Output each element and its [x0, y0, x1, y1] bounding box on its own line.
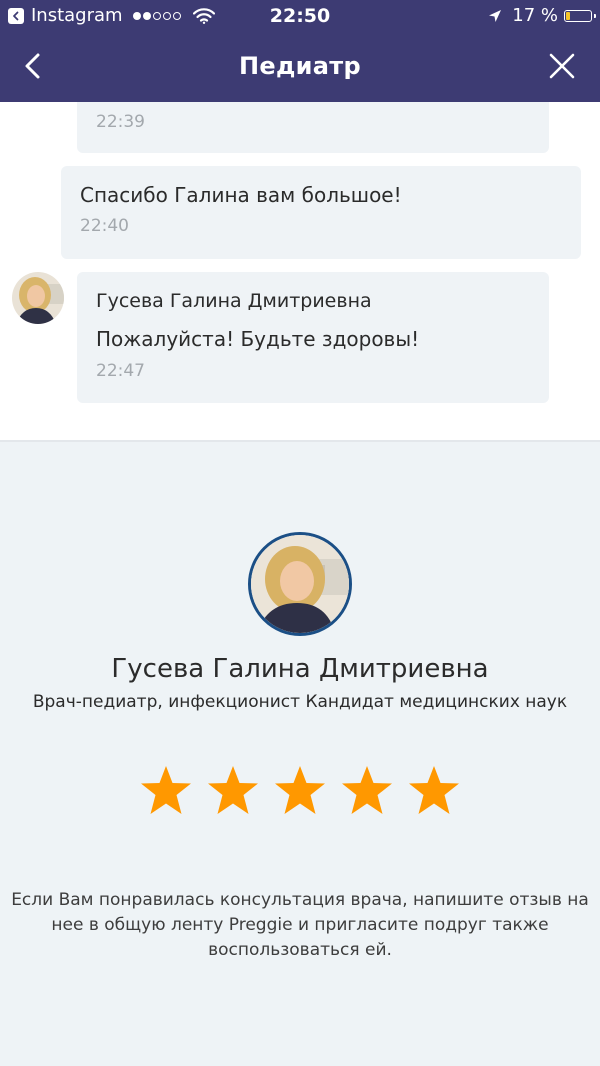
star-icon[interactable]	[407, 764, 461, 818]
doctor-photo	[12, 272, 64, 324]
rating-panel: Гусева Галина Дмитриевна Врач-педиатр, и…	[0, 442, 600, 1066]
doctor-photo	[251, 535, 349, 633]
battery-icon	[564, 9, 596, 22]
app-header: Instagram 22:50 17 % Педиатр	[0, 0, 600, 102]
message-time: 22:40	[80, 216, 129, 236]
message-text: Пожалуйста! Будьте здоровы!	[96, 327, 420, 351]
status-bar: Instagram 22:50 17 %	[0, 0, 600, 34]
close-icon[interactable]	[546, 50, 578, 82]
page-title: Педиатр	[239, 52, 361, 80]
message-time: 22:39	[96, 112, 145, 132]
battery-nub	[594, 13, 596, 18]
doctor-avatar-large	[248, 532, 352, 636]
star-icon[interactable]	[139, 764, 193, 818]
star-icon[interactable]	[340, 764, 394, 818]
battery-level	[566, 11, 570, 20]
review-invite-text: Если Вам понравилась консультация врача,…	[11, 890, 589, 960]
star-icon[interactable]	[206, 764, 260, 818]
rating-stars	[0, 764, 600, 818]
message-bubble-incoming: Гусева Галина Дмитриевна Пожалуйста! Буд…	[77, 272, 549, 403]
navigation-bar: Педиатр	[0, 34, 600, 102]
message-bubble: 22:39	[77, 102, 549, 153]
location-arrow-icon	[489, 9, 502, 22]
star-icon[interactable]	[273, 764, 327, 818]
doctor-name: Гусева Галина Дмитриевна	[111, 654, 489, 684]
message-bubble-outgoing: Спасибо Галина вам большое! 22:40	[61, 166, 581, 259]
message-time: 22:47	[96, 361, 145, 381]
message-author: Гусева Галина Дмитриевна	[96, 290, 372, 312]
status-right: 17 %	[488, 5, 596, 26]
doctor-avatar-small[interactable]	[12, 272, 64, 324]
message-text: Спасибо Галина вам большое!	[80, 183, 402, 207]
battery-percent: 17 %	[512, 5, 558, 26]
chat-message-list[interactable]: 22:39 Спасибо Галина вам большое! 22:40 …	[0, 102, 600, 440]
doctor-title: Врач-педиатр, инфекционист Кандидат меди…	[32, 692, 568, 712]
